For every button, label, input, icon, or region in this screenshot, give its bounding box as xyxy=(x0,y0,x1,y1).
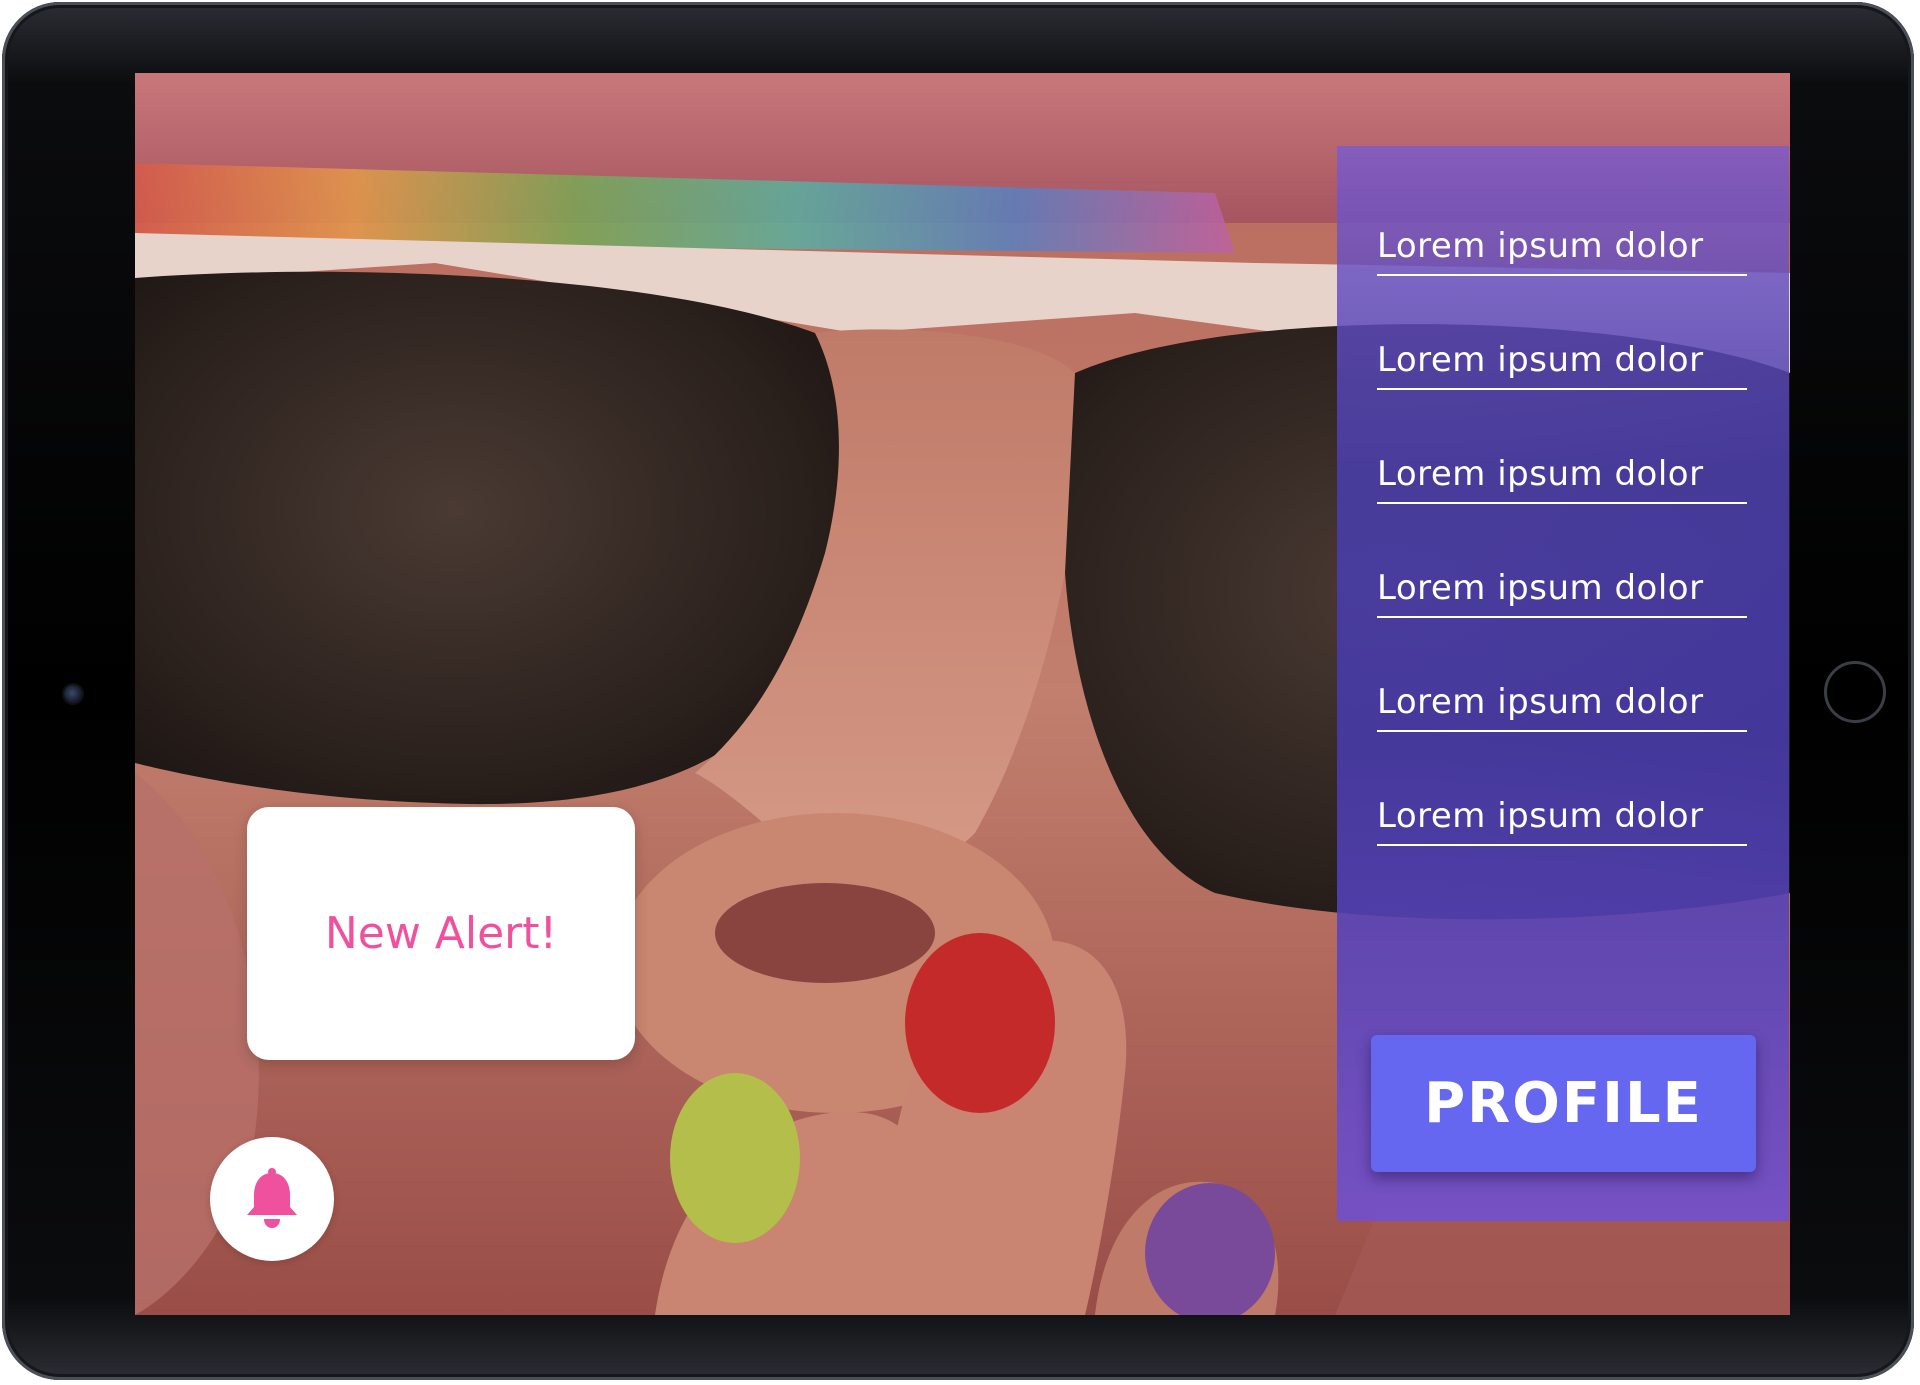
menu-item[interactable]: Lorem ipsum dolor xyxy=(1377,796,1747,910)
notification-button[interactable] xyxy=(210,1137,334,1261)
menu-item-label: Lorem ipsum dolor xyxy=(1377,340,1704,380)
menu-item-label: Lorem ipsum dolor xyxy=(1377,226,1704,266)
menu-item-divider xyxy=(1377,502,1747,504)
bell-icon xyxy=(247,1168,297,1228)
menu-item-divider xyxy=(1377,616,1747,618)
alert-bubble[interactable]: New Alert! xyxy=(247,807,635,1060)
menu-item-label: Lorem ipsum dolor xyxy=(1377,454,1704,494)
menu-item-label: Lorem ipsum dolor xyxy=(1377,568,1704,608)
menu-item[interactable]: Lorem ipsum dolor xyxy=(1377,454,1747,568)
menu-item-divider xyxy=(1377,844,1747,846)
tablet-frame: Lorem ipsum dolor Lorem ipsum dolor Lore… xyxy=(2,2,1914,1380)
menu-list: Lorem ipsum dolor Lorem ipsum dolor Lore… xyxy=(1377,226,1747,910)
screen: Lorem ipsum dolor Lorem ipsum dolor Lore… xyxy=(135,73,1790,1315)
menu-item[interactable]: Lorem ipsum dolor xyxy=(1377,226,1747,340)
menu-item[interactable]: Lorem ipsum dolor xyxy=(1377,682,1747,796)
menu-item[interactable]: Lorem ipsum dolor xyxy=(1377,340,1747,454)
alert-message: New Alert! xyxy=(324,908,558,959)
menu-item-divider xyxy=(1377,388,1747,390)
menu-item[interactable]: Lorem ipsum dolor xyxy=(1377,568,1747,682)
menu-item-divider xyxy=(1377,730,1747,732)
profile-button[interactable]: PROFILE xyxy=(1371,1035,1756,1172)
menu-item-divider xyxy=(1377,274,1747,276)
front-camera xyxy=(64,685,82,703)
menu-item-label: Lorem ipsum dolor xyxy=(1377,796,1704,836)
menu-item-label: Lorem ipsum dolor xyxy=(1377,682,1704,722)
home-button[interactable] xyxy=(1824,661,1886,723)
